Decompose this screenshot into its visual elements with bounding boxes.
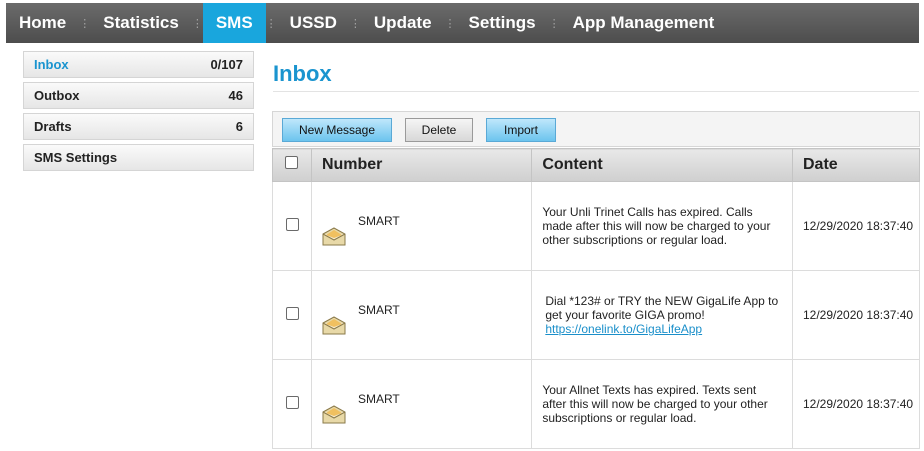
nav-separator: ⋮ xyxy=(191,17,203,30)
select-all-checkbox[interactable] xyxy=(285,156,298,169)
message-text: Your Unli Trinet Calls has expired. Call… xyxy=(542,205,771,247)
sidebar-item-inbox[interactable]: Inbox 0/107 xyxy=(23,51,254,78)
row-checkbox[interactable] xyxy=(286,307,299,320)
message-link[interactable]: https://onelink.to/GigaLifeApp xyxy=(545,322,702,336)
message-content: Your Unli Trinet Calls has expired. Call… xyxy=(531,181,793,271)
new-message-button[interactable]: New Message xyxy=(282,118,392,142)
sidebar-item-count: 0/107 xyxy=(210,57,243,72)
nav-separator: ⋮ xyxy=(349,17,361,30)
header-date: Date xyxy=(792,148,920,182)
header-number: Number xyxy=(310,148,533,182)
message-table: Number Content Date SMART Your Unli Trin… xyxy=(272,148,920,449)
table-row[interactable]: SMART Your Unli Trinet Calls has expired… xyxy=(272,181,920,271)
envelope-icon xyxy=(322,227,346,246)
sidebar-item-label: Inbox xyxy=(34,57,69,72)
table-header: Number Content Date xyxy=(272,148,920,182)
nav-sms[interactable]: SMS xyxy=(202,3,266,43)
sender-number: SMART xyxy=(357,303,400,317)
nav-app-management[interactable]: App Management xyxy=(560,3,728,43)
header-select-all xyxy=(272,148,312,182)
nav-home[interactable]: Home xyxy=(6,3,79,43)
message-toolbar: New Message Delete Import xyxy=(272,111,920,147)
sidebar-item-label: SMS Settings xyxy=(34,150,118,165)
number-cell: SMART xyxy=(310,270,533,360)
message-date: 12/29/2020 18:37:40 xyxy=(792,359,920,449)
message-text: Your Allnet Texts has expired. Texts sen… xyxy=(542,383,768,425)
sidebar-item-outbox[interactable]: Outbox 46 xyxy=(23,82,254,109)
envelope-icon xyxy=(322,316,346,335)
table-row[interactable]: SMART Dial *123# or TRY the NEW GigaLife… xyxy=(272,270,920,360)
top-nav: Home ⋮ Statistics ⋮ SMS ⋮ USSD ⋮ Update … xyxy=(6,3,919,43)
nav-separator: ⋮ xyxy=(444,17,456,30)
number-cell: SMART xyxy=(310,181,533,271)
title-divider xyxy=(273,91,919,92)
header-content: Content xyxy=(531,148,793,182)
message-content: Your Allnet Texts has expired. Texts sen… xyxy=(531,359,793,449)
sidebar-item-count: 46 xyxy=(228,88,243,103)
nav-ussd[interactable]: USSD xyxy=(277,3,350,43)
sidebar-item-label: Drafts xyxy=(34,119,72,134)
message-date: 12/29/2020 18:37:40 xyxy=(792,181,920,271)
number-cell: SMART xyxy=(310,359,533,449)
row-checkbox[interactable] xyxy=(286,396,299,409)
sidebar-item-count: 6 xyxy=(235,119,243,134)
delete-button[interactable]: Delete xyxy=(405,118,473,142)
message-text: Dial *123# or TRY the NEW GigaLife App t… xyxy=(545,294,779,322)
sidebar-item-sms-settings[interactable]: SMS Settings xyxy=(23,144,254,171)
nav-separator: ⋮ xyxy=(548,17,560,30)
row-select-cell xyxy=(272,270,312,360)
import-button[interactable]: Import xyxy=(486,118,556,142)
nav-separator: ⋮ xyxy=(265,17,277,30)
nav-settings[interactable]: Settings xyxy=(456,3,549,43)
sms-sidebar: Inbox 0/107 Outbox 46 Drafts 6 SMS Setti… xyxy=(23,51,254,175)
row-checkbox[interactable] xyxy=(286,218,299,231)
message-date: 12/29/2020 18:37:40 xyxy=(792,270,920,360)
envelope-icon xyxy=(322,405,346,424)
sidebar-item-label: Outbox xyxy=(34,88,80,103)
sidebar-item-drafts[interactable]: Drafts 6 xyxy=(23,113,254,140)
sender-number: SMART xyxy=(357,214,400,228)
table-row[interactable]: SMART Your Allnet Texts has expired. Tex… xyxy=(272,359,920,449)
page-title: Inbox xyxy=(273,61,332,86)
nav-separator: ⋮ xyxy=(79,17,91,30)
sender-number: SMART xyxy=(357,392,400,406)
nav-update[interactable]: Update xyxy=(361,3,445,43)
row-select-cell xyxy=(272,181,312,271)
row-select-cell xyxy=(272,359,312,449)
nav-statistics[interactable]: Statistics xyxy=(90,3,192,43)
message-content: Dial *123# or TRY the NEW GigaLife App t… xyxy=(531,270,793,360)
